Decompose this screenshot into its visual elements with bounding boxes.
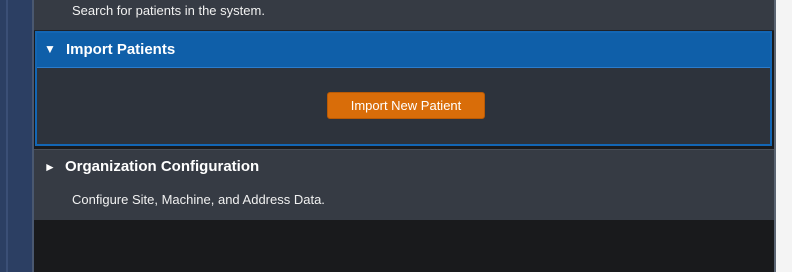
import-patients-title[interactable]: Import Patients [66, 41, 175, 59]
empty-area [34, 220, 774, 272]
import-patients-header[interactable]: ▼ Import Patients [37, 33, 770, 68]
search-patients-section: Search for patients in the system. [34, 0, 774, 30]
organization-configuration-description: Configure Site, Machine, and Address Dat… [72, 192, 325, 207]
triangle-right-icon[interactable]: ► [44, 158, 56, 176]
organization-configuration-section: ► Organization Configuration Configure S… [34, 149, 774, 220]
import-patients-body: Import New Patient [37, 68, 770, 144]
import-new-patient-button[interactable]: Import New Patient [327, 92, 485, 119]
right-edge-border [774, 0, 776, 272]
import-patients-section: ▼ Import Patients Import New Patient [35, 31, 772, 146]
left-gutter [0, 0, 34, 272]
search-patients-description: Search for patients in the system. [72, 3, 265, 18]
admin-panel: Search for patients in the system. ▼ Imp… [34, 0, 774, 272]
organization-configuration-title[interactable]: Organization Configuration [65, 158, 259, 176]
triangle-down-icon[interactable]: ▼ [44, 42, 58, 56]
